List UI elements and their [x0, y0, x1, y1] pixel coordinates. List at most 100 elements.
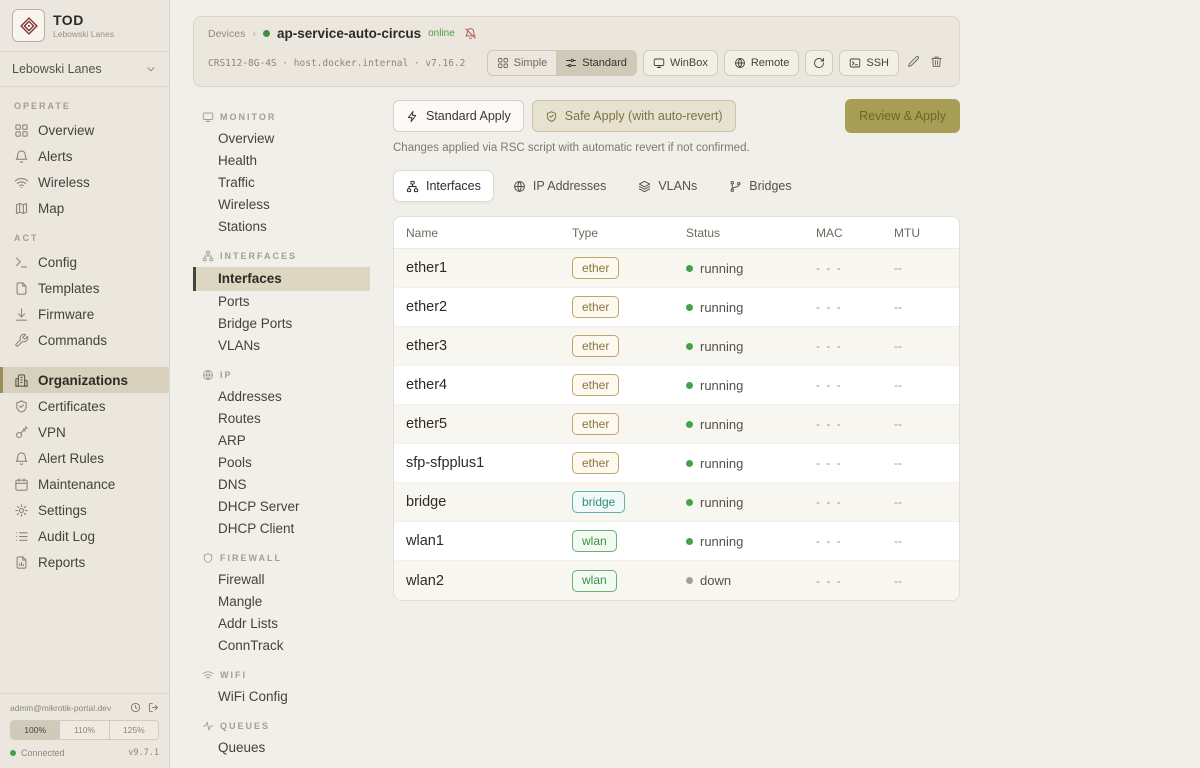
sidebar-item[interactable]: Templates [0, 275, 169, 301]
table-row[interactable]: wlan1 wlan running - - - -- [394, 522, 959, 561]
sidebar-item[interactable]: Reports [0, 549, 169, 575]
table-body: ether1 ether running - - - -- [394, 249, 959, 600]
zoom-option[interactable]: 110% [60, 721, 109, 739]
status-dot [686, 421, 693, 428]
device-nav-item[interactable]: Routes [193, 408, 393, 430]
remote-button[interactable]: Remote [724, 50, 800, 76]
tab[interactable]: IP Addresses [500, 170, 619, 202]
cell-type: bridge [572, 491, 686, 513]
device-nav-item[interactable]: Bridge Ports [193, 313, 393, 335]
table-row[interactable]: ether2 ether running - - - -- [394, 288, 959, 327]
org-selector[interactable]: Lebowski Lanes [0, 52, 169, 87]
table-row[interactable]: ether1 ether running - - - -- [394, 249, 959, 288]
sidebar-item[interactable]: Overview [0, 117, 169, 143]
tab[interactable]: Interfaces [393, 170, 494, 202]
table-row[interactable]: sfp-sfpplus1 ether running - - - -- [394, 444, 959, 483]
cell-mac: - - - [816, 300, 894, 314]
device-nav-item[interactable]: Ports [193, 291, 393, 313]
logout-icon[interactable] [148, 702, 159, 713]
device-nav-item[interactable]: Addr Lists [193, 613, 393, 635]
sidebar-item[interactable]: Commands [0, 327, 169, 353]
sidebar-item[interactable]: Organizations [0, 367, 169, 393]
sidebar-item[interactable]: Maintenance [0, 471, 169, 497]
clock-icon[interactable] [130, 702, 141, 713]
tab[interactable]: Bridges [716, 170, 804, 202]
nav-section-label: ACT [0, 221, 169, 249]
status-dot [686, 382, 693, 389]
device-nav-item[interactable]: ARP [193, 430, 393, 452]
device-nav-section-label: FIREWALL [193, 540, 393, 569]
bell-slash-icon[interactable] [464, 27, 477, 40]
brand-header[interactable]: TOD Lebowski Lanes [0, 0, 169, 52]
zoom-option[interactable]: 125% [110, 721, 158, 739]
trash-icon [930, 55, 943, 68]
device-nav-item[interactable]: Pools [193, 452, 393, 474]
device-nav-item[interactable]: Stations [193, 216, 393, 238]
report-icon [14, 555, 29, 570]
device-nav-item[interactable]: Traffic [193, 172, 393, 194]
device-nav-item[interactable]: ConnTrack [193, 635, 393, 657]
sidebar-item[interactable]: Firmware [0, 301, 169, 327]
sidebar-item[interactable]: Settings [0, 497, 169, 523]
sidebar-item[interactable]: VPN [0, 419, 169, 445]
mode-simple-button[interactable]: Simple [488, 51, 557, 75]
safe-apply-button[interactable]: Safe Apply (with auto-revert) [532, 100, 736, 132]
user-email: admin@mikrotik-portal.dev [10, 703, 123, 713]
winbox-button[interactable]: WinBox [643, 50, 718, 76]
device-nav-item[interactable]: DNS [193, 474, 393, 496]
device-nav-item[interactable]: WiFi Config [193, 686, 393, 708]
delete-button[interactable] [928, 51, 945, 75]
refresh-button[interactable] [805, 50, 833, 76]
online-badge: online [428, 28, 455, 39]
cell-status: running [686, 261, 816, 276]
device-nav-item[interactable]: VLANs [193, 335, 393, 357]
table-row[interactable]: ether3 ether running - - - -- [394, 327, 959, 366]
cell-type: wlan [572, 570, 686, 592]
sidebar-item[interactable]: Alert Rules [0, 445, 169, 471]
sidebar-item[interactable]: Certificates [0, 393, 169, 419]
status-dot [686, 460, 693, 467]
monitor-icon [653, 57, 665, 69]
device-nav-item[interactable]: DHCP Client [193, 518, 393, 540]
status-label: running [700, 339, 743, 354]
nav-section: ACT Config Templates [0, 221, 169, 353]
zoom-option[interactable]: 100% [11, 721, 60, 739]
column-header: Type [572, 226, 686, 240]
table-row[interactable]: ether4 ether running - - - -- [394, 366, 959, 405]
device-nav-section: INTERFACES Interfaces Ports Bridge Ports… [193, 238, 393, 357]
sidebar-item[interactable]: Wireless [0, 169, 169, 195]
grid-icon [14, 123, 29, 138]
ssh-button[interactable]: SSH [839, 50, 899, 76]
device-nav-item[interactable]: Mangle [193, 591, 393, 613]
shield-check-icon [14, 399, 29, 414]
sidebar-item[interactable]: Map [0, 195, 169, 221]
review-apply-button[interactable]: Review & Apply [845, 99, 960, 133]
sidebar-item[interactable]: Audit Log [0, 523, 169, 549]
sidebar-item[interactable]: Config [0, 249, 169, 275]
device-nav-item[interactable]: Wireless [193, 194, 393, 216]
device-status-dot [263, 30, 270, 37]
connection-status-row: Connected v9.7.1 [0, 744, 169, 762]
device-nav-item[interactable]: Health [193, 150, 393, 172]
cell-mtu: -- [894, 339, 959, 353]
standard-apply-button[interactable]: Standard Apply [393, 100, 524, 132]
device-nav-item[interactable]: Queues [193, 737, 393, 759]
device-nav-item[interactable]: Overview [193, 128, 393, 150]
type-badge: ether [572, 413, 619, 435]
device-nav-item[interactable]: Interfaces [193, 267, 370, 291]
device-nav-item[interactable]: DHCP Server [193, 496, 393, 518]
edit-button[interactable] [905, 51, 922, 75]
sidebar-item-label: Settings [38, 503, 87, 518]
mode-standard-button[interactable]: Standard [556, 51, 636, 75]
status-dot [686, 538, 693, 545]
sidebar-item[interactable]: Alerts [0, 143, 169, 169]
table-row[interactable]: bridge bridge running - - - -- [394, 483, 959, 522]
tab[interactable]: VLANs [625, 170, 710, 202]
breadcrumb-devices[interactable]: Devices [208, 28, 245, 40]
device-nav: MONITOR Overview Health Traffic Wireless [193, 99, 393, 768]
status-label: running [700, 261, 743, 276]
table-row[interactable]: wlan2 wlan down - - - -- [394, 561, 959, 600]
device-nav-item[interactable]: Addresses [193, 386, 393, 408]
device-nav-item[interactable]: Firewall [193, 569, 393, 591]
table-row[interactable]: ether5 ether running - - - -- [394, 405, 959, 444]
